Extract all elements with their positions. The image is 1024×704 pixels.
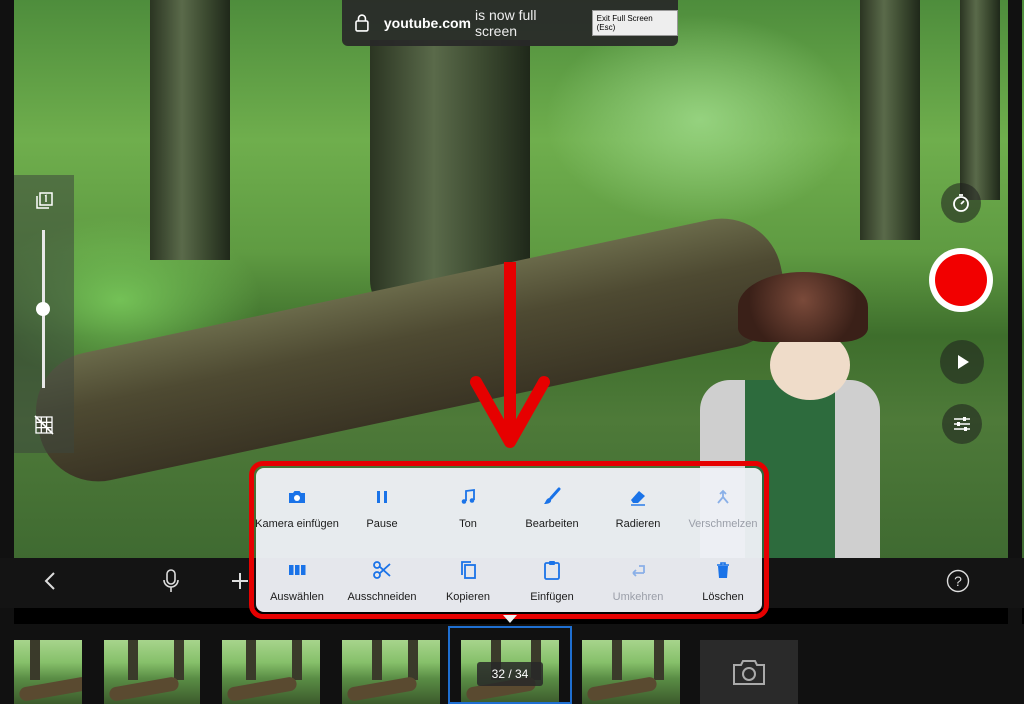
frame-thumbnail[interactable]	[222, 640, 320, 704]
menu-pointer	[503, 615, 517, 623]
lock-icon	[355, 14, 369, 32]
layers-1-icon[interactable]	[34, 191, 54, 211]
brush-icon	[544, 487, 561, 504]
menu-label: Verschmelzen	[688, 518, 758, 530]
record-dot	[935, 254, 987, 306]
menu-item-verschmelzen[interactable]: Verschmelzen	[681, 486, 765, 530]
timer-icon	[953, 194, 969, 212]
scissors-icon	[373, 561, 391, 579]
clipboard-icon	[544, 561, 560, 580]
play-icon	[958, 355, 969, 369]
menu-label: Radieren	[615, 518, 661, 530]
question-circle-icon[interactable]: ?	[946, 569, 970, 593]
camera-icon	[733, 660, 765, 685]
menu-item-pause[interactable]: Pause	[340, 486, 424, 530]
menu-item-einfuegen[interactable]: Einfügen	[510, 559, 594, 603]
plus-icon[interactable]	[231, 572, 249, 590]
fullscreen-message: is now full screen	[475, 7, 537, 39]
exit-fullscreen-button[interactable]: Exit Full Screen (Esc)	[591, 10, 678, 36]
svg-text:?: ?	[954, 573, 962, 589]
menu-item-radieren[interactable]: Radieren	[596, 486, 680, 530]
tree-trunk	[150, 0, 230, 260]
frame-thumbnail[interactable]	[104, 640, 200, 704]
menu-item-auswaehlen[interactable]: Auswählen	[255, 559, 339, 603]
add-camera-frame-button[interactable]	[700, 640, 798, 704]
menu-label: Bearbeiten	[525, 518, 579, 530]
menu-item-ausschneiden[interactable]: Ausschneiden	[340, 559, 424, 603]
tree-trunk	[960, 0, 1000, 200]
frame-thumbnail[interactable]	[14, 640, 82, 704]
menu-label: Auswählen	[270, 591, 324, 603]
opacity-panel	[14, 175, 74, 453]
settings-button[interactable]	[942, 404, 982, 444]
sliders-icon	[954, 417, 970, 431]
menu-item-kamera-einfuegen[interactable]: Kamera einfügen	[255, 486, 339, 530]
menu-label: Kamera einfügen	[255, 518, 339, 530]
pause-icon	[377, 491, 387, 503]
tree-trunk	[860, 0, 920, 240]
opacity-slider-knob[interactable]	[36, 302, 50, 316]
menu-item-ton[interactable]: Ton	[426, 486, 510, 530]
music-note-icon	[461, 488, 475, 504]
merge-icon	[717, 489, 729, 504]
timer-button[interactable]	[941, 183, 981, 223]
menu-item-loeschen[interactable]: Löschen	[681, 559, 765, 603]
annotation-arrow	[470, 262, 550, 448]
frame-counter: 32 / 34	[477, 662, 543, 686]
toy-figure-hat	[738, 272, 868, 342]
camera-icon	[289, 491, 305, 503]
menu-item-kopieren[interactable]: Kopieren	[426, 559, 510, 603]
menu-label: Ton	[459, 518, 477, 530]
reverse-icon	[632, 565, 645, 577]
grid-off-icon[interactable]	[34, 415, 54, 435]
menu-label: Einfügen	[530, 591, 574, 603]
frame-thumbnail[interactable]	[582, 640, 680, 704]
menu-item-bearbeiten[interactable]: Bearbeiten	[510, 486, 594, 530]
menu-label: Pause	[366, 518, 398, 530]
menu-label: Umkehren	[612, 591, 664, 603]
select-frames-icon	[289, 565, 306, 575]
menu-item-umkehren[interactable]: Umkehren	[596, 559, 680, 603]
frame-thumbnail[interactable]	[342, 640, 440, 704]
menu-label: Ausschneiden	[347, 591, 417, 603]
fullscreen-site: youtube.com	[383, 15, 472, 31]
microphone-icon[interactable]	[162, 569, 180, 593]
menu-label: Kopieren	[445, 591, 491, 603]
fullscreen-notification: youtube.com is now full screen Exit Full…	[342, 0, 678, 46]
record-button[interactable]	[929, 248, 993, 312]
menu-label: Löschen	[702, 591, 744, 603]
copy-icon	[461, 561, 476, 579]
play-button[interactable]	[940, 340, 984, 384]
eraser-icon	[631, 491, 645, 506]
trash-icon	[717, 562, 729, 578]
chevron-left-icon[interactable]	[42, 570, 58, 592]
